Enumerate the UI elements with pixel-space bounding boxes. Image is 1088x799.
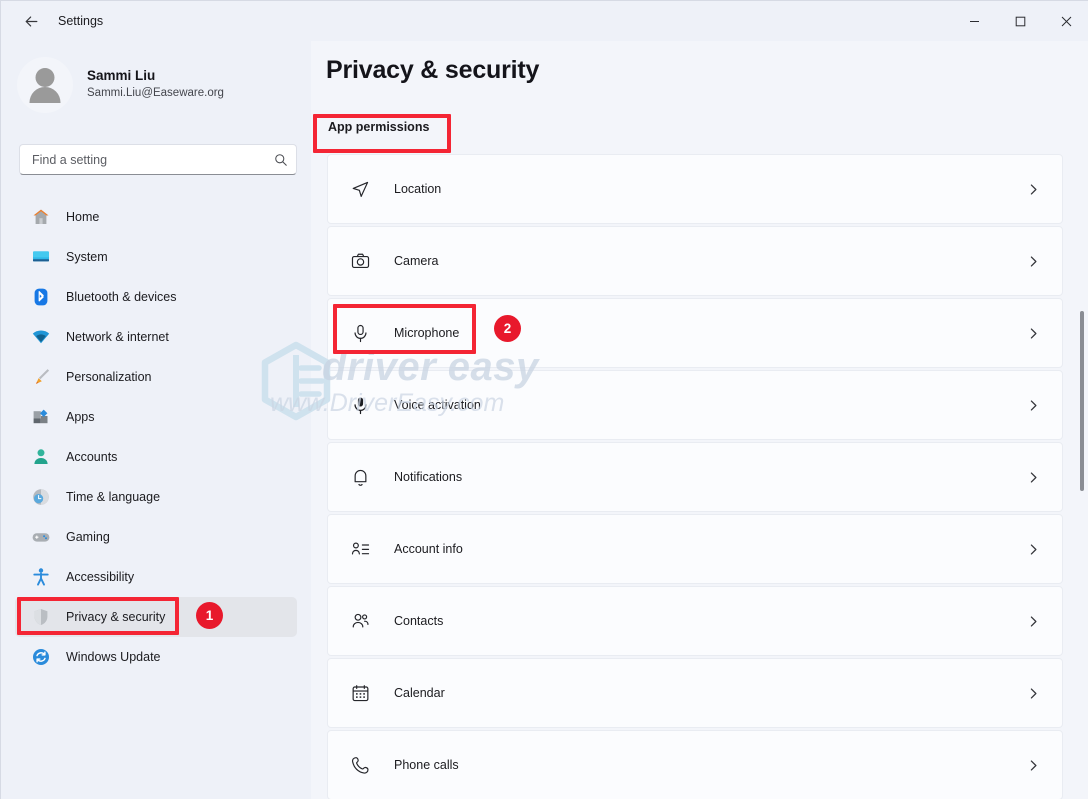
window-controls [951,1,1088,41]
sidebar-item-label: Accounts [66,450,118,464]
title-bar: Settings [1,1,1088,41]
account-info-icon [347,536,373,562]
location-arrow-icon [347,176,373,202]
user-profile[interactable]: Sammi Liu Sammi.Liu@Easeware.org [1,41,311,113]
profile-email: Sammi.Liu@Easeware.org [87,87,224,100]
permission-row-contacts[interactable]: Contacts [327,586,1063,656]
permission-label: Location [394,182,442,196]
sidebar-item-network[interactable]: Network & internet [15,317,297,357]
permission-row-microphone[interactable]: Microphone [327,298,1063,368]
sidebar-item-windows-update[interactable]: Windows Update [15,637,297,677]
update-refresh-icon [30,646,52,668]
sidebar-item-label: System [66,250,108,264]
page-title: Privacy & security [326,56,540,84]
permission-label: Voice activation [394,398,481,412]
clock-globe-icon [30,486,52,508]
sidebar-item-label: Gaming [66,530,110,544]
permission-label: Calendar [394,686,445,700]
sidebar-item-label: Apps [66,410,95,424]
home-icon [30,206,52,228]
sidebar-item-label: Time & language [66,490,161,504]
sidebar-item-label: Bluetooth & devices [66,290,177,304]
sidebar-item-accessibility[interactable]: Accessibility [15,557,297,597]
section-header-app-permissions: App permissions [328,120,430,134]
bluetooth-icon [30,286,52,308]
chevron-right-icon [1027,327,1040,340]
person-avatar-icon [35,68,55,87]
sidebar-item-home[interactable]: Home [15,197,297,237]
chevron-right-icon [1027,759,1040,772]
sidebar-item-personalization[interactable]: Personalization [15,357,297,397]
sidebar-item-label: Accessibility [66,570,135,584]
sidebar-item-apps[interactable]: Apps [15,397,297,437]
contacts-icon [347,608,373,634]
back-arrow-icon [25,15,37,27]
permission-row-phone-calls[interactable]: Phone calls [327,730,1063,799]
permission-row-account-info[interactable]: Account info [327,514,1063,584]
permission-row-camera[interactable]: Camera [327,226,1063,296]
calendar-icon [347,680,373,706]
close-button[interactable] [1043,1,1088,41]
maximize-button[interactable] [997,1,1043,41]
chevron-right-icon [1027,471,1040,484]
permission-label: Account info [394,542,463,556]
search-input[interactable] [20,152,266,167]
permission-label: Microphone [394,326,460,340]
gamepad-icon [30,526,52,548]
close-icon [1061,16,1071,26]
permission-label: Camera [394,254,439,268]
sidebar-item-label: Personalization [66,370,152,384]
permission-label: Contacts [394,614,444,628]
settings-window: Settings Sammi Liu Sammi.Liu@Easeware.or… [0,0,1088,799]
sidebar-item-accounts[interactable]: Accounts [15,437,297,477]
permission-row-voice-activation[interactable]: Voice activation [327,370,1063,440]
sidebar-item-label: Network & internet [66,330,169,344]
wifi-icon [30,326,52,348]
minimize-icon [969,20,979,22]
sidebar-item-system[interactable]: System [15,237,297,277]
chevron-right-icon [1027,183,1040,196]
bell-icon [347,464,373,490]
search-box[interactable] [19,144,297,175]
microphone-icon [347,320,373,346]
profile-name: Sammi Liu [87,68,156,84]
paintbrush-icon [30,366,52,388]
sidebar-item-time-language[interactable]: Time & language [15,477,297,517]
accessibility-person-icon [30,566,52,588]
chevron-right-icon [1027,543,1040,556]
account-person-icon [30,446,52,468]
chevron-right-icon [1027,615,1040,628]
window-title: Settings [58,14,104,28]
avatar [17,57,73,113]
sidebar-item-label: Home [66,210,100,224]
back-button[interactable] [14,6,48,36]
permission-row-location[interactable]: Location [327,154,1063,224]
apps-icon [30,406,52,428]
sidebar: Sammi Liu Sammi.Liu@Easeware.org Find a … [1,41,311,799]
permission-row-calendar[interactable]: Calendar [327,658,1063,728]
shield-icon [30,606,52,628]
permission-label: Phone calls [394,758,459,772]
chevron-right-icon [1027,687,1040,700]
sidebar-item-gaming[interactable]: Gaming [15,517,297,557]
sidebar-item-label: Privacy & security [66,610,166,624]
minimize-button[interactable] [951,1,997,41]
vertical-scrollbar[interactable] [1080,311,1084,491]
phone-icon [347,752,373,778]
sidebar-item-label: Windows Update [66,650,161,664]
permission-label: Notifications [394,470,463,484]
monitor-icon [30,246,52,268]
sidebar-item-bluetooth[interactable]: Bluetooth & devices [15,277,297,317]
chevron-right-icon [1027,399,1040,412]
camera-icon [347,248,373,274]
microphone-voice-icon [347,392,373,418]
maximize-icon [1015,16,1025,26]
permission-row-notifications[interactable]: Notifications [327,442,1063,512]
sidebar-item-privacy-security[interactable]: Privacy & security [15,597,297,637]
search-icon [266,153,296,167]
app-permissions-list: Location Camera Microphone Voice activat… [327,154,1063,799]
chevron-right-icon [1027,255,1040,268]
sidebar-nav: Home System Bluetooth & devices Network … [1,197,311,677]
main-content: Privacy & security App permissions Locat… [311,41,1088,799]
